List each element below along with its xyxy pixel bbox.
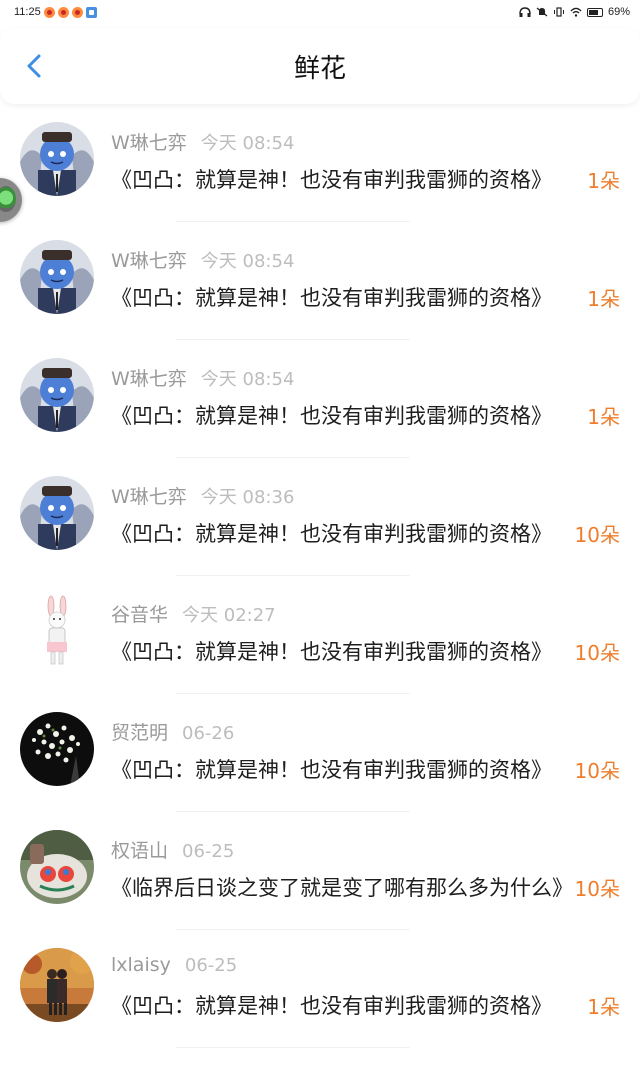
user-name[interactable]: 权语山 — [111, 840, 168, 862]
work-title[interactable]: 《凹凸：就算是神！也没有审判我雷狮的资格》 — [111, 400, 573, 430]
flower-count: 1朵 — [587, 995, 620, 1019]
avatar[interactable] — [20, 476, 94, 550]
flower-count: 1朵 — [587, 287, 620, 311]
meta-line: 贸范明 06-26 — [111, 718, 234, 745]
status-right: 69% — [519, 6, 630, 18]
list-item[interactable]: W琳七弈 今天 08:54 《凹凸：就算是神！也没有审判我雷狮的资格》 1朵 — [0, 104, 640, 222]
avatar[interactable] — [20, 712, 94, 786]
battery-icon — [586, 7, 603, 17]
divider — [176, 1047, 410, 1048]
timestamp: 06-25 — [182, 841, 235, 862]
meta-line: 谷音华 今天 02:27 — [111, 600, 276, 627]
work-title[interactable]: 《临界后日谈之变了就是变了哪有那么多为什么》 — [111, 872, 573, 902]
avatar[interactable] — [20, 948, 94, 1022]
user-name[interactable]: W琳七弈 — [111, 132, 187, 154]
meta-line: 权语山 06-25 — [111, 836, 234, 863]
weibo-notification-icon — [57, 6, 69, 18]
list-item[interactable]: W琳七弈 今天 08:54 《凹凸：就算是神！也没有审判我雷狮的资格》 1朵 — [0, 340, 640, 458]
flower-count: 10朵 — [574, 641, 620, 665]
timestamp: 今天 08:54 — [200, 133, 295, 154]
meta-line: W琳七弈 今天 08:36 — [111, 482, 294, 509]
flower-count: 1朵 — [587, 405, 620, 429]
work-title[interactable]: 《凹凸：就算是神！也没有审判我雷狮的资格》 — [111, 754, 573, 784]
meta-line: W琳七弈 今天 08:54 — [111, 128, 294, 155]
battery-level: 69% — [607, 6, 630, 18]
flower-count: 10朵 — [574, 523, 620, 547]
flower-count: 10朵 — [574, 877, 620, 901]
status-left: 11:25 — [14, 6, 97, 18]
flower-count: 1朵 — [587, 169, 620, 193]
list-item[interactable]: W琳七弈 今天 08:54 《凹凸：就算是神！也没有审判我雷狮的资格》 1朵 — [0, 222, 640, 340]
list-item[interactable]: 谷音华 今天 02:27 《凹凸：就算是神！也没有审判我雷狮的资格》 10朵 — [0, 576, 640, 694]
user-name[interactable]: W琳七弈 — [111, 250, 187, 272]
user-name[interactable]: W琳七弈 — [111, 486, 187, 508]
user-name[interactable]: 谷音华 — [111, 604, 168, 626]
avatar[interactable] — [20, 122, 94, 196]
weibo-notification-icon — [71, 6, 83, 18]
meta-line: lxlaisy 06-25 — [111, 954, 237, 976]
header: 鲜花 — [0, 28, 640, 104]
user-name[interactable]: 贸范明 — [111, 722, 168, 744]
timestamp: 今天 08:36 — [200, 487, 295, 508]
status-bar: 11:25 69% — [0, 0, 640, 24]
list-item[interactable]: W琳七弈 今天 08:36 《凹凸：就算是神！也没有审判我雷狮的资格》 10朵 — [0, 458, 640, 576]
avatar[interactable] — [20, 830, 94, 904]
work-title[interactable]: 《凹凸：就算是神！也没有审判我雷狮的资格》 — [111, 518, 573, 548]
status-time: 11:25 — [14, 6, 41, 18]
list-item[interactable]: lxlaisy 06-25 《凹凸：就算是神！也没有审判我雷狮的资格》 1朵 — [0, 930, 640, 1048]
weibo-notification-icon — [43, 6, 55, 18]
work-title[interactable]: 《凹凸：就算是神！也没有审判我雷狮的资格》 — [111, 636, 573, 666]
flower-count: 10朵 — [574, 759, 620, 783]
meta-line: W琳七弈 今天 08:54 — [111, 364, 294, 391]
wifi-icon — [570, 7, 582, 17]
avatar[interactable] — [20, 358, 94, 432]
list-item[interactable]: 贸范明 06-26 《凹凸：就算是神！也没有审判我雷狮的资格》 10朵 — [0, 694, 640, 812]
user-name[interactable]: lxlaisy — [111, 954, 171, 976]
timestamp: 今天 08:54 — [200, 369, 295, 390]
meta-line: W琳七弈 今天 08:54 — [111, 246, 294, 273]
avatar[interactable] — [20, 594, 94, 668]
headphones-icon — [519, 7, 531, 17]
page-title: 鲜花 — [293, 53, 346, 84]
bell-muted-icon — [536, 7, 548, 17]
avatar[interactable] — [20, 240, 94, 314]
timestamp: 今天 08:54 — [200, 251, 295, 272]
vibrate-icon — [553, 7, 564, 17]
timestamp: 今天 02:27 — [182, 605, 276, 626]
work-title[interactable]: 《凹凸：就算是神！也没有审判我雷狮的资格》 — [111, 282, 573, 312]
timestamp: 06-25 — [184, 955, 238, 976]
user-name[interactable]: W琳七弈 — [111, 368, 187, 390]
flower-list: W琳七弈 今天 08:54 《凹凸：就算是神！也没有审判我雷狮的资格》 1朵 W琳… — [0, 104, 640, 1048]
app-notification-icon — [85, 6, 97, 18]
chevron-left-icon[interactable] — [18, 50, 50, 82]
list-item[interactable]: 权语山 06-25 《临界后日谈之变了就是变了哪有那么多为什么》 10朵 — [0, 812, 640, 930]
timestamp: 06-26 — [182, 723, 235, 744]
work-title[interactable]: 《凹凸：就算是神！也没有审判我雷狮的资格》 — [111, 164, 573, 194]
work-title[interactable]: 《凹凸：就算是神！也没有审判我雷狮的资格》 — [111, 990, 573, 1020]
